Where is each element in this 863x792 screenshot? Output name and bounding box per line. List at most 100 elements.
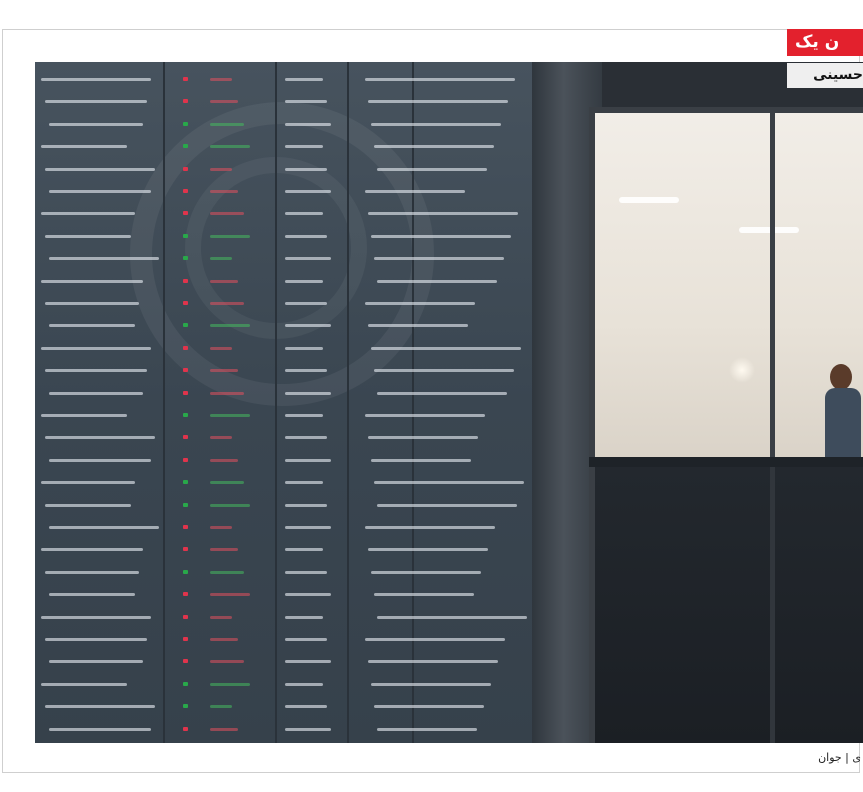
ticker-text — [285, 526, 331, 529]
down-arrow-icon — [183, 592, 188, 597]
ticker-text — [41, 548, 143, 552]
ticker-row — [35, 404, 532, 426]
ticker-text — [41, 279, 143, 283]
ticker-row — [35, 225, 532, 247]
ticker-text — [285, 705, 327, 709]
office-window — [589, 107, 863, 467]
ticker-row — [35, 628, 532, 650]
ticker-text — [368, 100, 508, 104]
ticker-text — [285, 369, 327, 373]
percent-change — [210, 324, 250, 328]
ticker-text — [377, 167, 487, 171]
ticker-text — [45, 570, 139, 574]
ticker-row — [35, 673, 532, 695]
person-body — [825, 388, 861, 458]
ticker-text — [371, 346, 521, 350]
ticker-text — [45, 705, 155, 709]
percent-change — [210, 100, 238, 104]
up-arrow-icon — [183, 502, 188, 507]
ticker-row — [35, 718, 532, 740]
ticker-text — [41, 615, 151, 619]
ticker-row — [35, 113, 532, 135]
down-arrow-icon — [183, 345, 188, 350]
ticker-text — [285, 570, 327, 574]
up-arrow-icon — [183, 413, 188, 417]
down-arrow-icon — [183, 368, 188, 373]
ticker-text — [41, 481, 135, 485]
ticker-text — [365, 526, 495, 529]
ticker-text — [45, 436, 155, 440]
percent-change — [210, 503, 250, 507]
ticker-text — [49, 593, 135, 597]
percent-change — [210, 190, 238, 193]
down-arrow-icon — [183, 211, 188, 216]
ticker-text — [285, 436, 327, 440]
ticker-text — [365, 78, 515, 81]
ticker-text — [45, 638, 147, 641]
person-head — [830, 364, 852, 390]
ticker-text — [49, 257, 159, 261]
percent-change — [210, 526, 232, 529]
ticker-text — [368, 436, 478, 440]
ticker-text — [285, 414, 323, 417]
ticker-text — [377, 615, 527, 619]
down-arrow-icon — [183, 525, 188, 529]
ticker-text — [285, 503, 327, 507]
down-arrow-icon — [183, 77, 188, 81]
ticker-text — [374, 593, 474, 597]
down-arrow-icon — [183, 457, 188, 462]
percent-change — [210, 414, 250, 417]
ticker-row — [35, 270, 532, 292]
ticker-text — [285, 279, 323, 283]
ticker-text — [368, 548, 488, 552]
ticker-text — [49, 727, 151, 731]
ticker-row — [35, 426, 532, 448]
photo-credit: ی | جوان — [818, 751, 861, 764]
ticker-text — [45, 369, 147, 373]
ticker-row — [35, 68, 532, 90]
ticker-text — [41, 414, 127, 417]
ticker-text — [285, 234, 327, 238]
ticker-text — [368, 212, 518, 216]
ticker-text — [49, 391, 143, 395]
ticker-text — [285, 391, 331, 395]
ticker-row — [35, 382, 532, 404]
percent-change — [210, 122, 244, 126]
up-arrow-icon — [183, 569, 188, 574]
ticker-row — [35, 180, 532, 202]
down-arrow-icon — [183, 189, 188, 193]
ticker-text — [285, 324, 331, 328]
ticker-row — [35, 471, 532, 493]
ticker-text — [41, 212, 135, 216]
down-arrow-icon — [183, 99, 188, 104]
ticker-text — [285, 346, 323, 350]
percent-change — [210, 234, 250, 238]
ticker-text — [365, 638, 505, 641]
percent-change — [210, 212, 244, 216]
up-arrow-icon — [183, 323, 188, 328]
percent-change — [210, 682, 250, 686]
ticker-text — [285, 145, 323, 149]
ticker-text — [45, 503, 131, 507]
ceiling-light — [619, 197, 679, 203]
percent-change — [210, 346, 232, 350]
ticker-text — [374, 369, 514, 373]
down-arrow-icon — [183, 301, 188, 305]
ticker-text — [285, 212, 323, 216]
ticker-text — [285, 100, 327, 104]
down-arrow-icon — [183, 637, 188, 641]
ticker-text — [45, 234, 131, 238]
ticker-row — [35, 359, 532, 381]
ticker-text — [377, 279, 497, 283]
percent-change — [210, 481, 244, 485]
ticker-text — [45, 167, 155, 171]
down-arrow-icon — [183, 435, 188, 440]
down-arrow-icon — [183, 278, 188, 283]
ticker-text — [365, 302, 475, 305]
down-arrow-icon — [183, 390, 188, 395]
ticker-text — [285, 727, 331, 731]
ticker-text — [41, 78, 151, 81]
window-frame-top — [589, 107, 863, 113]
up-arrow-icon — [183, 144, 188, 149]
ticker-text — [285, 682, 323, 686]
